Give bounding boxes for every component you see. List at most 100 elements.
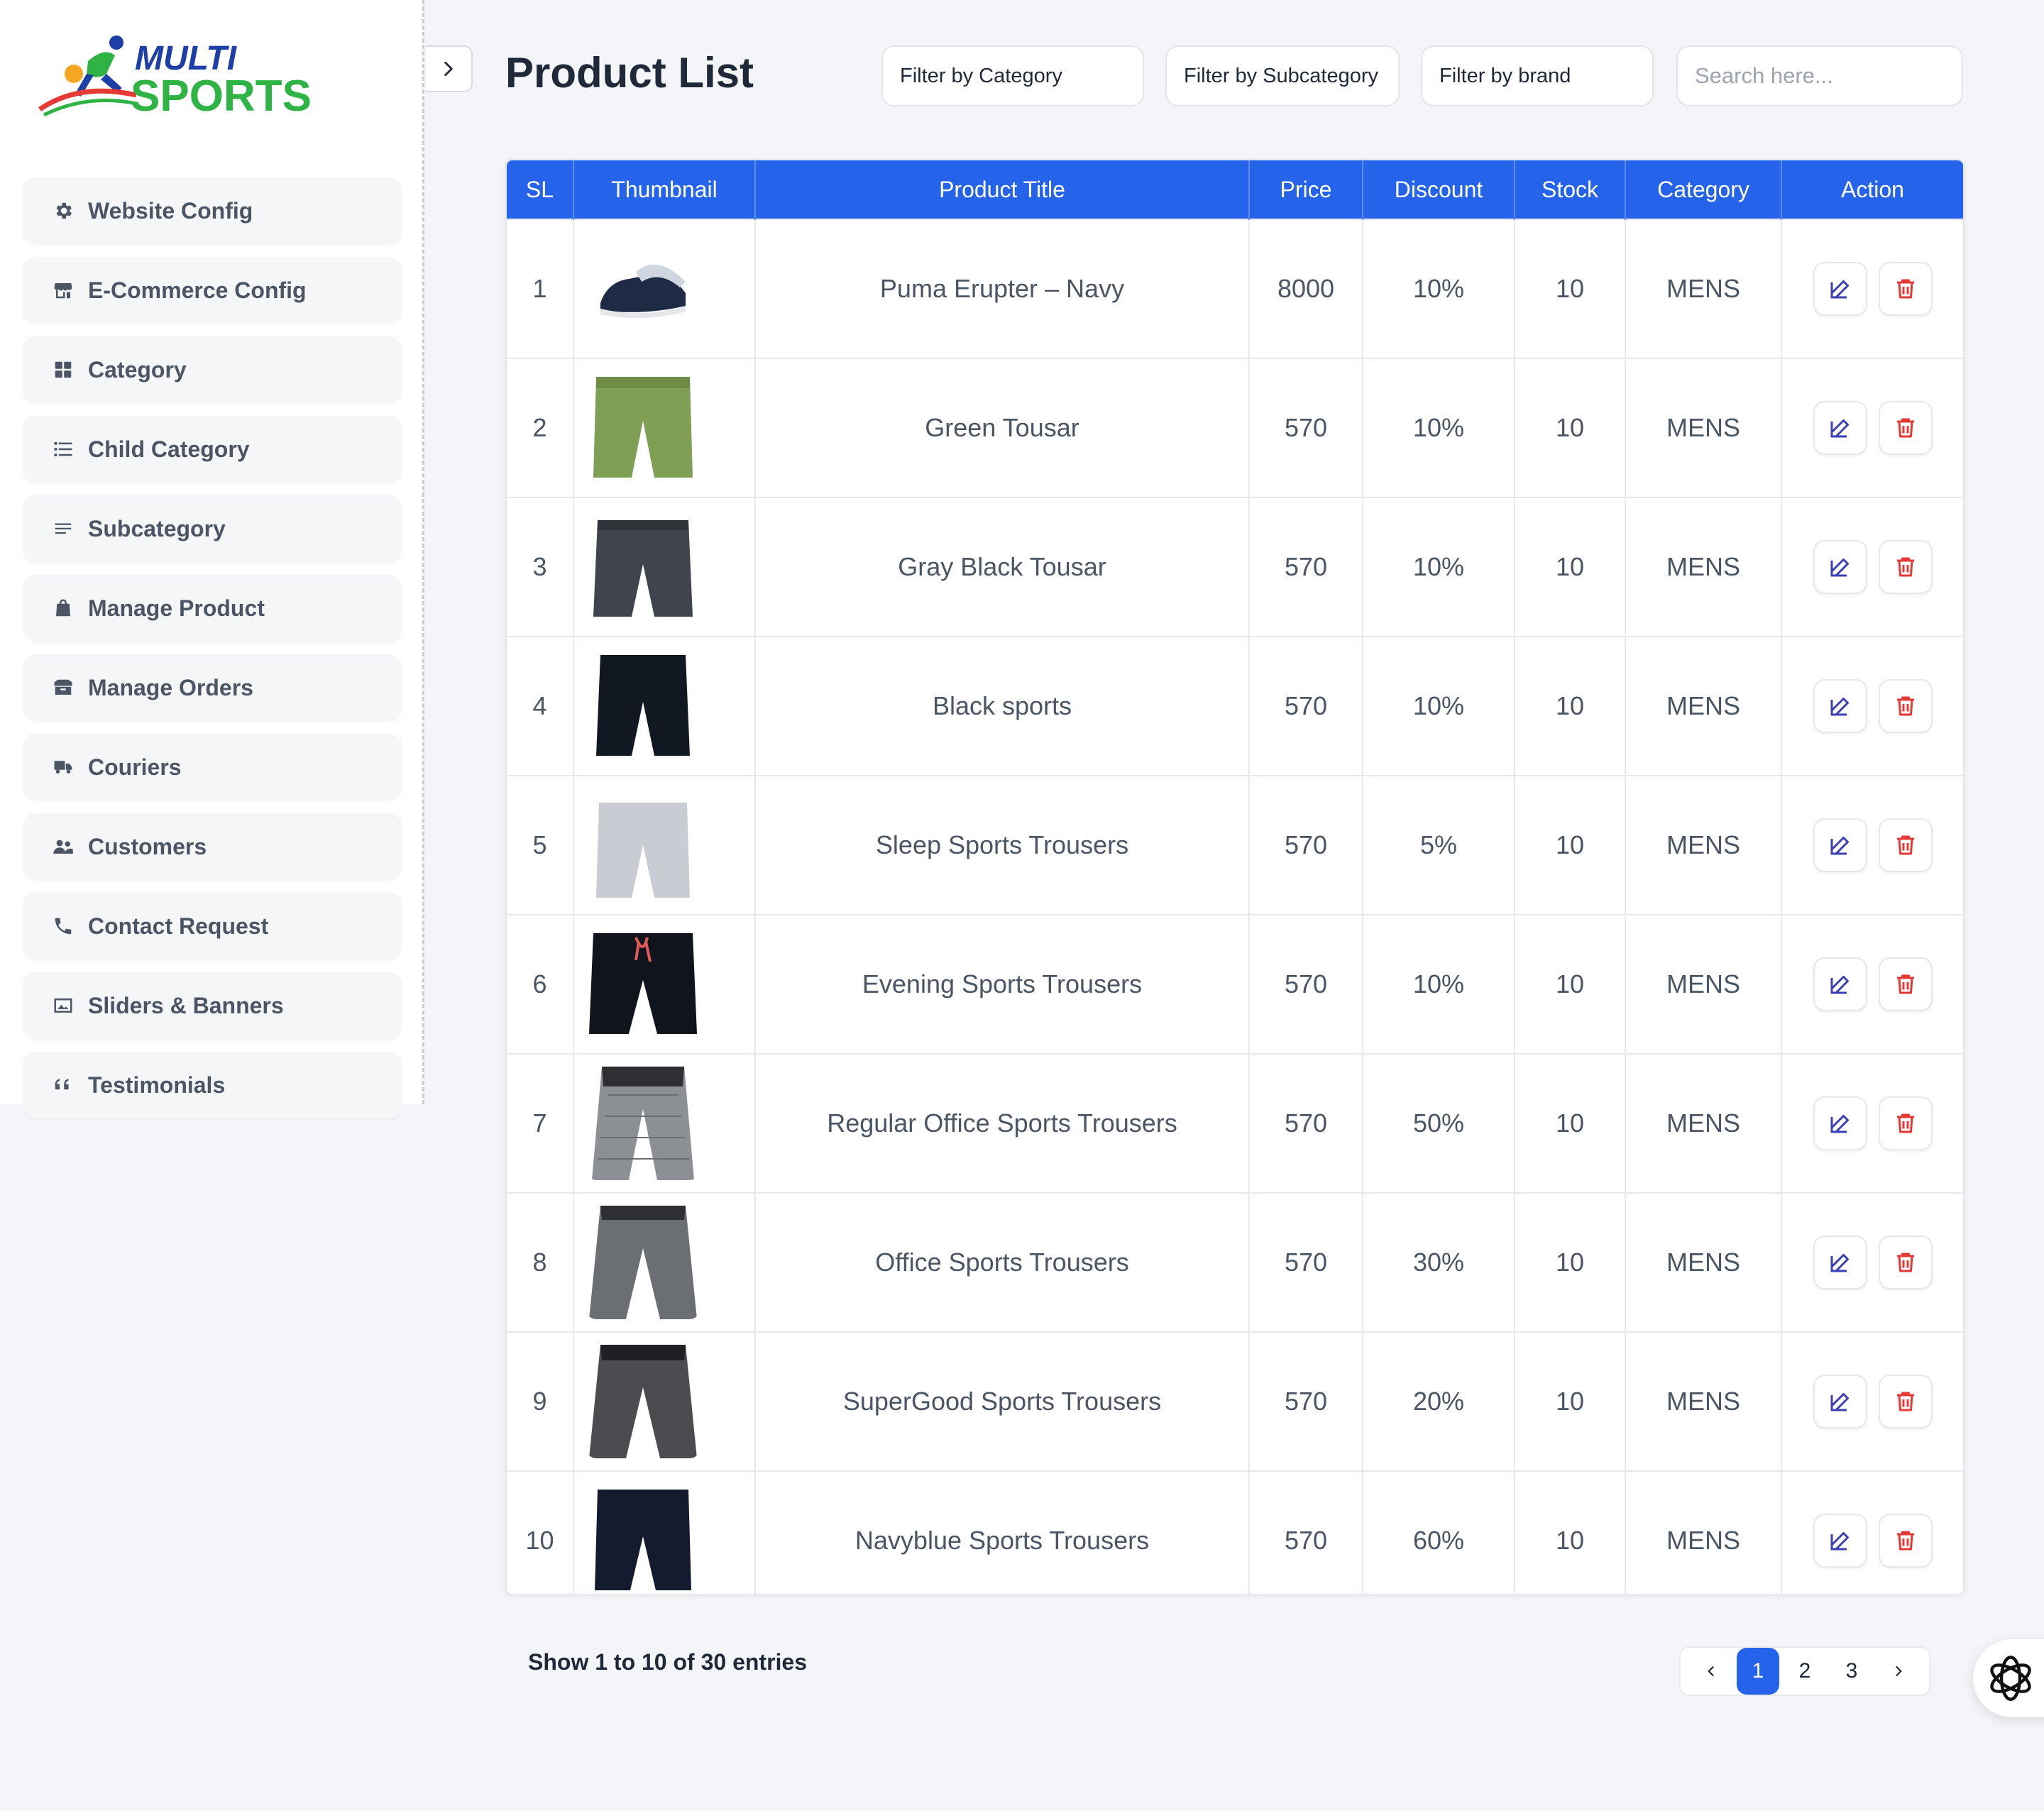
cell-discount: 10% — [1363, 219, 1515, 358]
sidebar-item-website-config[interactable]: Website Config — [23, 177, 402, 244]
table-row: 3 Gray Black Tousar 570 10% 10 MENS — [507, 497, 1963, 637]
gear-icon — [51, 199, 75, 223]
edit-button[interactable] — [1813, 401, 1867, 455]
image-icon — [51, 993, 75, 1018]
trash-icon — [1893, 971, 1918, 997]
product-thumbnail-image — [586, 1484, 700, 1594]
cell-category: MENS — [1625, 358, 1782, 497]
lines-icon — [51, 517, 75, 541]
product-thumbnail-image — [586, 1206, 700, 1319]
search-input[interactable] — [1676, 45, 1963, 106]
cell-sl: 4 — [507, 636, 574, 776]
delete-button[interactable] — [1878, 679, 1933, 733]
edit-icon — [1828, 693, 1853, 719]
filter-category-select[interactable]: Filter by Category — [881, 45, 1144, 106]
cell-action — [1781, 1053, 1963, 1193]
sidebar-item-subcategory[interactable]: Subcategory — [23, 495, 402, 562]
chevron-right-icon — [444, 61, 453, 77]
trash-icon — [1893, 693, 1918, 719]
sidebar-toggle-button[interactable] — [426, 45, 473, 92]
delete-button[interactable] — [1878, 1375, 1933, 1429]
cell-action — [1781, 636, 1963, 776]
sidebar-item-ecommerce-config[interactable]: E-Commerce Config — [23, 257, 402, 324]
trash-icon — [1893, 1389, 1918, 1414]
cell-category: MENS — [1625, 914, 1782, 1054]
truck-icon — [51, 755, 75, 779]
product-thumbnail-image — [586, 1345, 700, 1458]
cell-category: MENS — [1625, 1470, 1782, 1594]
cell-category: MENS — [1625, 1053, 1782, 1193]
sidebar-item-contact-request[interactable]: Contact Request — [23, 893, 402, 959]
delete-button[interactable] — [1878, 1514, 1933, 1568]
cell-category: MENS — [1625, 219, 1782, 358]
pagination-prev-button[interactable] — [1690, 1648, 1732, 1695]
delete-button[interactable] — [1878, 540, 1933, 594]
cell-stock: 10 — [1515, 775, 1626, 915]
cell-discount: 30% — [1363, 1192, 1515, 1332]
sidebar-item-category[interactable]: Category — [23, 336, 402, 403]
pagination-next-button[interactable] — [1877, 1648, 1920, 1695]
page-title: Product List — [505, 49, 754, 97]
pagination-page-3[interactable]: 3 — [1830, 1648, 1873, 1695]
delete-button[interactable] — [1878, 1235, 1933, 1289]
cell-thumbnail — [573, 1470, 756, 1594]
sidebar-item-manage-orders[interactable]: Manage Orders — [23, 654, 402, 721]
sidebar-item-child-category[interactable]: Child Category — [23, 416, 402, 483]
edit-button[interactable] — [1813, 679, 1867, 733]
cell-product-title: Gray Black Tousar — [755, 497, 1250, 637]
chat-assistant-button[interactable] — [1973, 1639, 2044, 1717]
edit-button[interactable] — [1813, 1375, 1867, 1429]
edit-button[interactable] — [1813, 1235, 1867, 1289]
app-root: MULTI SPORTS Website Config E-Commerce C… — [0, 0, 2044, 1811]
delete-button[interactable] — [1878, 957, 1933, 1011]
edit-button[interactable] — [1813, 1514, 1867, 1568]
edit-button[interactable] — [1813, 957, 1867, 1011]
sidebar-item-couriers[interactable]: Couriers — [23, 734, 402, 800]
sidebar-item-label: Contact Request — [88, 913, 269, 939]
sidebar-item-sliders-banners[interactable]: Sliders & Banners — [23, 972, 402, 1039]
sidebar-item-manage-product[interactable]: Manage Product — [23, 575, 402, 642]
brand-logo[interactable]: MULTI SPORTS — [37, 33, 321, 121]
delete-button[interactable] — [1878, 1096, 1933, 1150]
sidebar-item-testimonials[interactable]: Testimonials — [23, 1052, 402, 1118]
edit-button[interactable] — [1813, 818, 1867, 872]
delete-button[interactable] — [1878, 818, 1933, 872]
delete-button[interactable] — [1878, 401, 1933, 455]
product-thumbnail-image — [586, 371, 700, 485]
sidebar-item-label: Customers — [88, 833, 207, 859]
cell-sl: 1 — [507, 219, 574, 358]
cell-product-title: Evening Sports Trousers — [755, 914, 1250, 1054]
column-header: SL — [507, 160, 574, 219]
product-thumbnail-image — [586, 510, 700, 624]
chevron-right-icon — [1896, 1666, 1902, 1676]
sidebar-item-customers[interactable]: Customers — [23, 813, 402, 880]
cell-product-title: Office Sports Trousers — [755, 1192, 1250, 1332]
phone-icon — [51, 914, 75, 938]
pagination-page-2[interactable]: 2 — [1784, 1648, 1826, 1695]
filter-brand-select[interactable]: Filter by brand — [1421, 45, 1654, 106]
delete-button[interactable] — [1878, 262, 1933, 316]
cell-action — [1781, 219, 1963, 358]
quote-icon — [51, 1073, 75, 1097]
table-row: 2 Green Tousar 570 10% 10 MENS — [507, 358, 1963, 497]
edit-button[interactable] — [1813, 1096, 1867, 1150]
cell-discount: 50% — [1363, 1053, 1515, 1193]
edit-button[interactable] — [1813, 262, 1867, 316]
cell-sl: 8 — [507, 1192, 574, 1332]
table-header-row: SL Thumbnail Product Title Price Discoun… — [507, 160, 1963, 219]
trash-icon — [1893, 1528, 1918, 1553]
cell-thumbnail — [573, 1331, 756, 1471]
cell-thumbnail — [573, 219, 756, 358]
cell-discount: 10% — [1363, 636, 1515, 776]
edit-button[interactable] — [1813, 540, 1867, 594]
sidebar-item-label: Subcategory — [88, 515, 226, 541]
chevron-left-icon — [1708, 1666, 1714, 1676]
entries-summary: Show 1 to 10 of 30 entries — [528, 1649, 807, 1675]
filter-subcategory-select[interactable]: Filter by Subcategory — [1165, 45, 1400, 106]
cell-price: 570 — [1249, 358, 1363, 497]
cell-stock: 10 — [1515, 914, 1626, 1054]
sidebar-item-label: Testimonials — [88, 1072, 226, 1098]
table-row: 1 Puma Erupter – Navy 8000 10% 10 MENS — [507, 219, 1963, 358]
product-thumbnail-image — [586, 927, 700, 1041]
pagination-page-1[interactable]: 1 — [1737, 1648, 1779, 1695]
